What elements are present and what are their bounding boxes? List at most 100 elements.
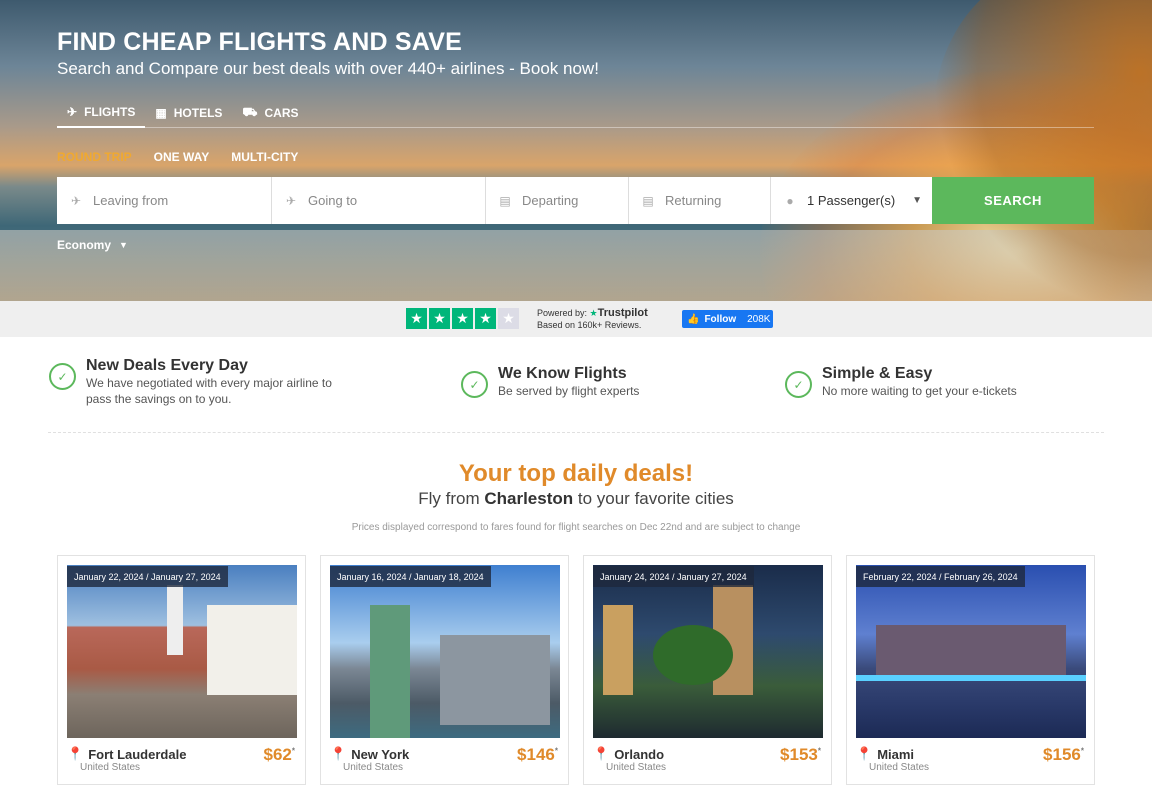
trip-type-selector: ROUND TRIP ONE WAY MULTI-CITY xyxy=(57,150,298,164)
tab-flights[interactable]: ✈ FLIGHTS xyxy=(57,98,146,128)
tab-divider xyxy=(57,127,1094,128)
trustpilot-brand: Trustpilot xyxy=(597,307,648,319)
price-asterisk: * xyxy=(291,746,295,756)
deals-title: Your top daily deals! xyxy=(458,460,694,487)
thumbs-up-icon: 👍 xyxy=(687,313,700,325)
trip-multi-city[interactable]: MULTI-CITY xyxy=(231,150,298,164)
powered-by: Powered by: xyxy=(537,308,588,318)
hotel-icon: ▦ xyxy=(155,106,167,120)
landing-icon: ✈ xyxy=(285,193,297,208)
section-divider xyxy=(48,432,1104,433)
plane-icon: ✈ xyxy=(67,105,78,119)
origin-city: Charleston xyxy=(484,489,574,508)
going-to-placeholder: Going to xyxy=(308,193,358,208)
returning-placeholder: Returning xyxy=(665,193,722,208)
tab-cars[interactable]: ⛟ CARS xyxy=(232,98,308,128)
travel-dates: January 16, 2024 / January 18, 2024 xyxy=(330,566,491,587)
travel-dates: January 24, 2024 / January 27, 2024 xyxy=(593,566,754,587)
city-photo xyxy=(67,565,297,738)
car-icon: ⛟ xyxy=(242,105,258,119)
deal-card-fort-lauderdale[interactable]: January 22, 2024 / January 27, 2024 📍 For… xyxy=(57,555,306,785)
cabin-class-value: Economy xyxy=(57,238,112,252)
feature-text: We have negotiated with every major airl… xyxy=(86,376,332,406)
feature-simple-easy: ✓ Simple & Easy No more waiting to get y… xyxy=(785,365,1085,399)
departing-placeholder: Departing xyxy=(522,193,579,208)
feature-text: Be served by flight experts xyxy=(498,384,640,398)
trip-round-trip[interactable]: ROUND TRIP xyxy=(57,150,132,164)
checkmark-icon: ✓ xyxy=(49,363,76,390)
city-photo xyxy=(330,565,560,738)
destination-city: 📍 Miami xyxy=(856,746,914,762)
leaving-from-field[interactable]: ✈ Leaving from xyxy=(57,177,272,224)
price-value: $156 xyxy=(1043,745,1081,764)
feature-title: New Deals Every Day xyxy=(86,357,248,374)
going-to-field[interactable]: ✈ Going to xyxy=(272,177,486,224)
feature-title: We Know Flights xyxy=(498,365,627,382)
deals-subtitle: Fly from Charleston to your favorite cit… xyxy=(0,489,1152,509)
feature-text: No more waiting to get your e-tickets xyxy=(822,384,1017,398)
hero-banner: FIND CHEAP FLIGHTS AND SAVE Search and C… xyxy=(0,0,1152,301)
star-icon: ★ xyxy=(406,308,427,329)
city-name: Fort Lauderdale xyxy=(88,746,187,762)
map-pin-icon: 📍 xyxy=(593,746,610,761)
deals-sub-post: to your favorite cities xyxy=(577,489,734,508)
deal-price: $146* xyxy=(517,745,558,765)
travel-dates: February 22, 2024 / February 26, 2024 xyxy=(856,566,1025,587)
deal-price: $156* xyxy=(1043,745,1084,765)
deal-price: $153* xyxy=(780,745,821,765)
city-photo xyxy=(856,565,1086,738)
tab-label: CARS xyxy=(264,106,299,120)
deal-card-miami[interactable]: February 22, 2024 / February 26, 2024 📍 M… xyxy=(846,555,1095,785)
follower-count: 208K xyxy=(747,313,771,325)
star-icon: ★ xyxy=(475,308,496,329)
person-icon: ● xyxy=(786,193,794,208)
destination-city: 📍 Fort Lauderdale xyxy=(67,746,186,762)
price-asterisk: * xyxy=(554,746,558,756)
price-value: $153 xyxy=(780,745,818,764)
checkmark-icon: ✓ xyxy=(461,371,488,398)
follow-label: Follow xyxy=(704,313,737,325)
price-value: $146 xyxy=(517,745,555,764)
chevron-down-icon: ▼ xyxy=(119,240,128,250)
city-photo xyxy=(593,565,823,738)
returning-date-field[interactable]: ▤ Returning xyxy=(629,177,771,224)
chevron-down-icon: ▼ xyxy=(912,195,922,206)
destination-city: 📍 Orlando xyxy=(593,746,664,762)
search-button[interactable]: SEARCH xyxy=(932,177,1094,224)
deals-disclaimer: Prices displayed correspond to fares fou… xyxy=(351,522,801,533)
city-name: New York xyxy=(351,746,410,762)
deal-card-orlando[interactable]: January 24, 2024 / January 27, 2024 📍 Orl… xyxy=(583,555,832,785)
trustpilot-star-icon: ★ xyxy=(589,308,598,318)
destination-city: 📍 New York xyxy=(330,746,409,762)
map-pin-icon: 📍 xyxy=(856,746,873,761)
tab-label: HOTELS xyxy=(173,106,223,120)
passenger-select[interactable]: ● 1 Passenger(s) ▼ xyxy=(771,177,932,224)
leaving-from-placeholder: Leaving from xyxy=(93,193,169,208)
star-icon: ★ xyxy=(452,308,473,329)
departing-date-field[interactable]: ▤ Departing xyxy=(486,177,629,224)
city-name: Orlando xyxy=(614,746,665,762)
hero-subtitle: Search and Compare our best deals with o… xyxy=(57,59,599,78)
deal-card-new-york[interactable]: January 16, 2024 / January 18, 2024 📍 New… xyxy=(320,555,569,785)
reviews-count: Based on 160k+ Reviews. xyxy=(537,320,642,330)
city-name: Miami xyxy=(877,746,915,762)
hero-title: FIND CHEAP FLIGHTS AND SAVE xyxy=(57,28,462,56)
map-pin-icon: 📍 xyxy=(330,746,347,761)
star-icon: ★ xyxy=(429,308,450,329)
flight-search-bar: ✈ Leaving from ✈ Going to ▤ Departing ▤ … xyxy=(57,177,1094,224)
deal-price: $62* xyxy=(264,745,296,765)
map-pin-icon: 📍 xyxy=(67,746,84,761)
facebook-follow-button[interactable]: 👍 Follow 208K xyxy=(682,310,773,328)
trustpilot-widget[interactable]: Powered by: ★Trustpilot Based on 160k+ R… xyxy=(537,307,648,331)
product-tabs: ✈ FLIGHTS ▦ HOTELS ⛟ CARS xyxy=(57,98,309,128)
calendar-icon: ▤ xyxy=(499,193,511,208)
calendar-icon: ▤ xyxy=(642,193,654,208)
cabin-class-select[interactable]: Economy ▼ xyxy=(57,238,128,252)
price-asterisk: * xyxy=(817,746,821,756)
checkmark-icon: ✓ xyxy=(785,371,812,398)
travel-dates: January 22, 2024 / January 27, 2024 xyxy=(67,566,228,587)
tab-hotels[interactable]: ▦ HOTELS xyxy=(145,98,232,128)
trip-one-way[interactable]: ONE WAY xyxy=(154,150,210,164)
deals-sub-pre: Fly from xyxy=(418,489,480,508)
price-value: $62 xyxy=(263,745,292,764)
